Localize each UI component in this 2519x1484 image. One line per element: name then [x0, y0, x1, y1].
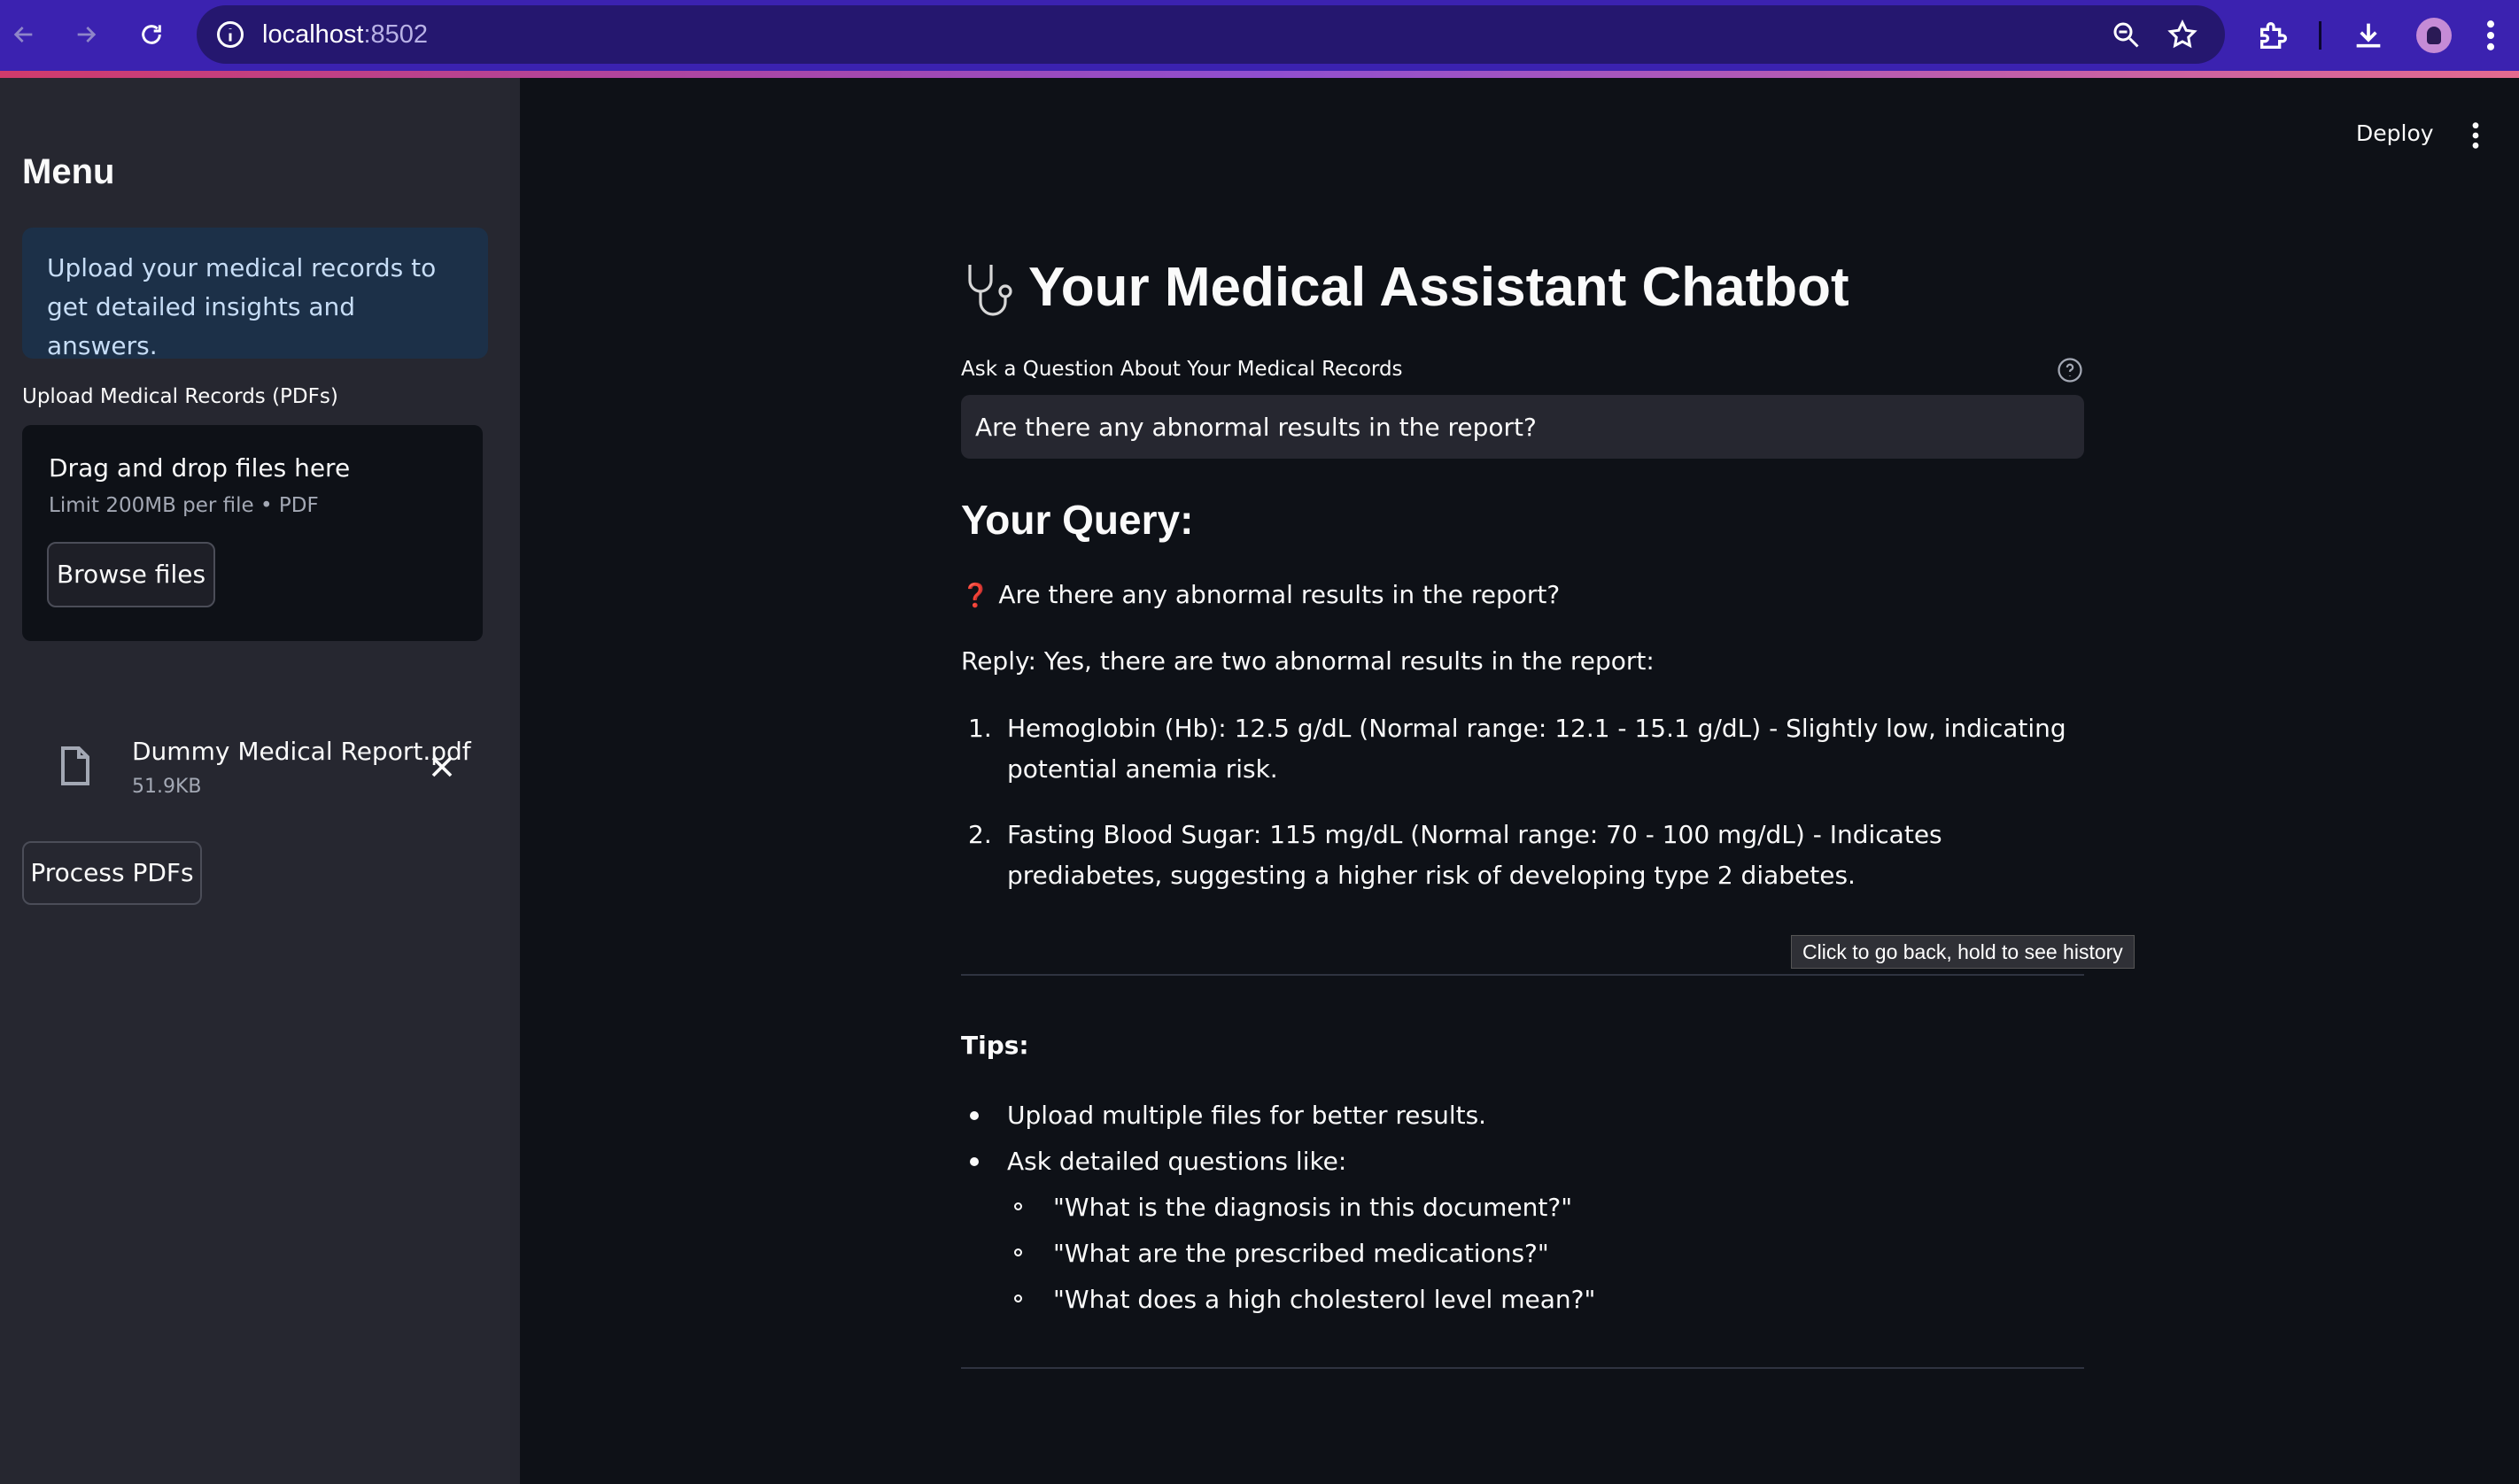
bookmark-star-icon[interactable] [2166, 19, 2198, 50]
forward-arrow-icon[interactable] [66, 14, 106, 55]
toolbar-divider [2319, 21, 2321, 50]
address-bar[interactable]: localhost:8502 [197, 5, 2225, 64]
file-dropzone[interactable]: Drag and drop files here Limit 200MB per… [22, 425, 483, 641]
tip-item-with-examples: Ask detailed questions like: "What is th… [961, 1139, 1595, 1323]
sidebar-info-box: Upload your medical records to get detai… [22, 228, 488, 360]
example-question: "What are the prescribed medications?" [1007, 1231, 1595, 1277]
divider [961, 974, 2084, 976]
reply-item-number: 2. [968, 820, 992, 849]
reply-intro: Reply: Yes, there are two abnormal resul… [961, 646, 1655, 676]
zoom-icon[interactable] [2110, 19, 2142, 50]
help-icon[interactable] [2057, 357, 2083, 383]
page-title: Your Medical Assistant Chatbot [1028, 257, 1849, 318]
process-pdfs-button[interactable]: Process PDFs [22, 841, 202, 905]
download-icon[interactable] [2351, 18, 2386, 53]
profile-avatar[interactable] [2416, 18, 2452, 53]
deploy-button[interactable]: Deploy [2356, 120, 2434, 146]
loading-accent-bar [0, 71, 2519, 78]
back-button-tooltip: Click to go back, hold to see history [1791, 935, 2135, 969]
reply-list-item: 2. Fasting Blood Sugar: 115 mg/dL (Normal… [961, 815, 2086, 896]
reply-item-number: 1. [968, 714, 992, 743]
stethoscope-icon [968, 265, 1012, 316]
dropzone-title: Drag and drop files here [49, 453, 351, 483]
back-arrow-icon[interactable] [4, 14, 44, 55]
question-input[interactable] [961, 395, 2084, 459]
query-text-line: ❓ Are there any abnormal results in the r… [961, 580, 1560, 609]
divider [961, 1367, 2084, 1369]
example-question: "What does a high cholesterol level mean… [1007, 1277, 1595, 1323]
example-questions-list: "What is the diagnosis in this document?… [1007, 1185, 1595, 1323]
sidebar-menu-title: Menu [22, 152, 115, 191]
tip-item-text: Ask detailed questions like: [1007, 1147, 1347, 1176]
uploaded-file-item: Dummy Medical Report.pdf 51.9KB [22, 726, 483, 815]
reload-icon[interactable] [131, 14, 172, 55]
browser-toolbar: localhost:8502 [0, 0, 2519, 71]
extensions-puzzle-icon[interactable] [2256, 18, 2291, 53]
upload-label: Upload Medical Records (PDFs) [22, 385, 338, 408]
example-question: "What is the diagnosis in this document?… [1007, 1185, 1595, 1231]
url-port: :8502 [363, 20, 429, 49]
site-info-icon[interactable] [214, 19, 246, 50]
file-icon [61, 746, 89, 785]
uploaded-file-size: 51.9KB [132, 776, 202, 798]
tip-item: Upload multiple files for better results… [961, 1093, 1595, 1139]
query-heading: Your Query: [961, 497, 1194, 543]
tips-heading: Tips: [961, 1031, 1029, 1060]
url-text[interactable]: localhost:8502 [262, 5, 428, 64]
reply-item-text: Fasting Blood Sugar: 115 mg/dL (Normal r… [1007, 820, 1942, 890]
url-host: localhost [262, 20, 364, 49]
reply-list-item: 1. Hemoglobin (Hb): 12.5 g/dL (Normal ran… [961, 708, 2086, 790]
tips-list: Upload multiple files for better results… [961, 1093, 1595, 1323]
browser-menu-kebab-icon[interactable] [2480, 16, 2501, 55]
uploaded-file-name: Dummy Medical Report.pdf [132, 737, 471, 766]
app-menu-kebab-icon[interactable] [2462, 120, 2489, 151]
dropzone-limit: Limit 200MB per file • PDF [49, 494, 319, 517]
question-mark-icon: ❓ [961, 583, 990, 609]
reply-list: 1. Hemoglobin (Hb): 12.5 g/dL (Normal ran… [961, 708, 2086, 921]
browse-files-button[interactable]: Browse files [47, 542, 215, 607]
question-label: Ask a Question About Your Medical Record… [961, 358, 1403, 381]
reply-item-text: Hemoglobin (Hb): 12.5 g/dL (Normal range… [1007, 714, 2066, 784]
remove-file-close-icon[interactable] [424, 749, 460, 785]
query-text: Are there any abnormal results in the re… [998, 580, 1561, 609]
